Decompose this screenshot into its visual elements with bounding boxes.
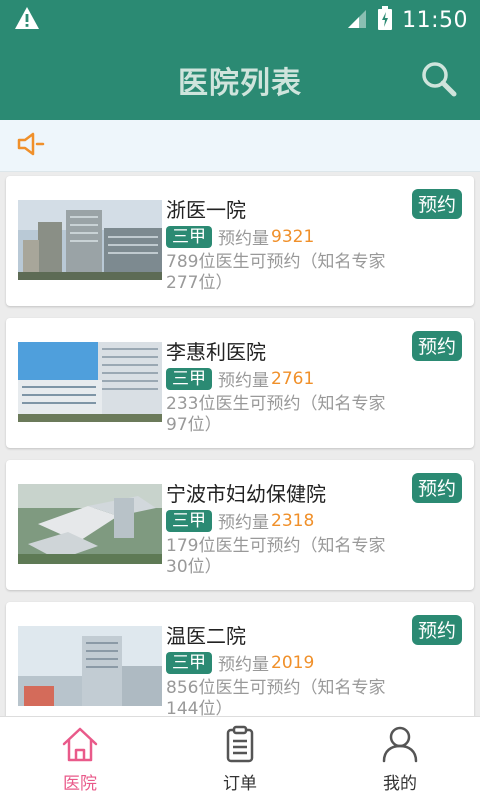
hospital-list[interactable]: 浙医一院 预约 三甲 预约量 9321 789位医生可预约（知名专家277位） [0,172,480,716]
level-badge: 三甲 [166,651,212,674]
booking-meta: 三甲 预约量 2019 [166,650,314,675]
doctor-description: 789位医生可预约（知名专家277位） [166,252,386,293]
hospital-image [18,484,162,564]
hospital-image [18,342,162,422]
status-time: 11:50 [402,7,468,33]
app-bar: 医院列表 [0,40,480,120]
search-button[interactable] [418,60,460,102]
level-badge: 三甲 [166,509,212,532]
hospital-name: 浙医一院 [166,198,246,222]
tab-label: 订单 [223,774,257,794]
booking-count: 2318 [271,510,315,531]
home-icon [60,725,100,767]
tab-orders[interactable]: 订单 [160,717,320,800]
clipboard-icon [220,725,260,767]
level-badge: 三甲 [166,367,212,390]
booking-meta: 三甲 预约量 9321 [166,224,314,249]
tab-hospital[interactable]: 医院 [0,717,160,800]
battery-icon [378,6,393,34]
bottom-tab-bar: 医院 订单 我的 [0,716,480,800]
hospital-image [18,200,162,280]
booking-count: 2761 [271,368,315,389]
notice-bar[interactable] [0,120,480,172]
book-button[interactable]: 预约 [411,473,462,503]
doctor-description: 179位医生可预约（知名专家30位） [166,536,386,577]
booking-label: 预约量 [218,229,269,249]
doctor-description: 856位医生可预约（知名专家144位） [166,678,386,716]
booking-label: 预约量 [218,371,269,391]
booking-count: 2019 [271,652,315,673]
hospital-name: 温医二院 [166,624,246,648]
doctor-description: 233位医生可预约（知名专家97位） [166,394,386,435]
hospital-card[interactable]: 浙医一院 预约 三甲 预约量 9321 789位医生可预约（知名专家277位） [6,176,474,306]
status-bar: 11:50 [0,0,480,40]
tab-label: 医院 [63,774,97,794]
booking-label: 预约量 [218,655,269,675]
booking-meta: 三甲 预约量 2761 [166,366,314,391]
hospital-card[interactable]: 温医二院 预约 三甲 预约量 2019 856位医生可预约（知名专家144位） [6,602,474,716]
hospital-name: 李惠利医院 [166,340,266,364]
signal-icon [346,7,368,33]
booking-meta: 三甲 预约量 2318 [166,508,314,533]
search-icon [420,60,458,102]
warning-icon [14,6,40,34]
hospital-name: 宁波市妇幼保健院 [166,482,326,506]
page-title: 医院列表 [178,66,302,101]
booking-label: 预约量 [218,513,269,533]
user-icon [380,725,420,767]
book-button[interactable]: 预约 [411,189,462,219]
speaker-icon [16,131,46,161]
book-button[interactable]: 预约 [411,615,462,645]
hospital-card[interactable]: 李惠利医院 预约 三甲 预约量 2761 233位医生可预约（知名专家97位） [6,318,474,448]
book-button[interactable]: 预约 [411,331,462,361]
tab-label: 我的 [383,774,417,794]
tab-profile[interactable]: 我的 [320,717,480,800]
hospital-image [18,626,162,706]
hospital-card[interactable]: 宁波市妇幼保健院 预约 三甲 预约量 2318 179位医生可预约（知名专家30… [6,460,474,590]
booking-count: 9321 [271,226,315,247]
level-badge: 三甲 [166,225,212,248]
